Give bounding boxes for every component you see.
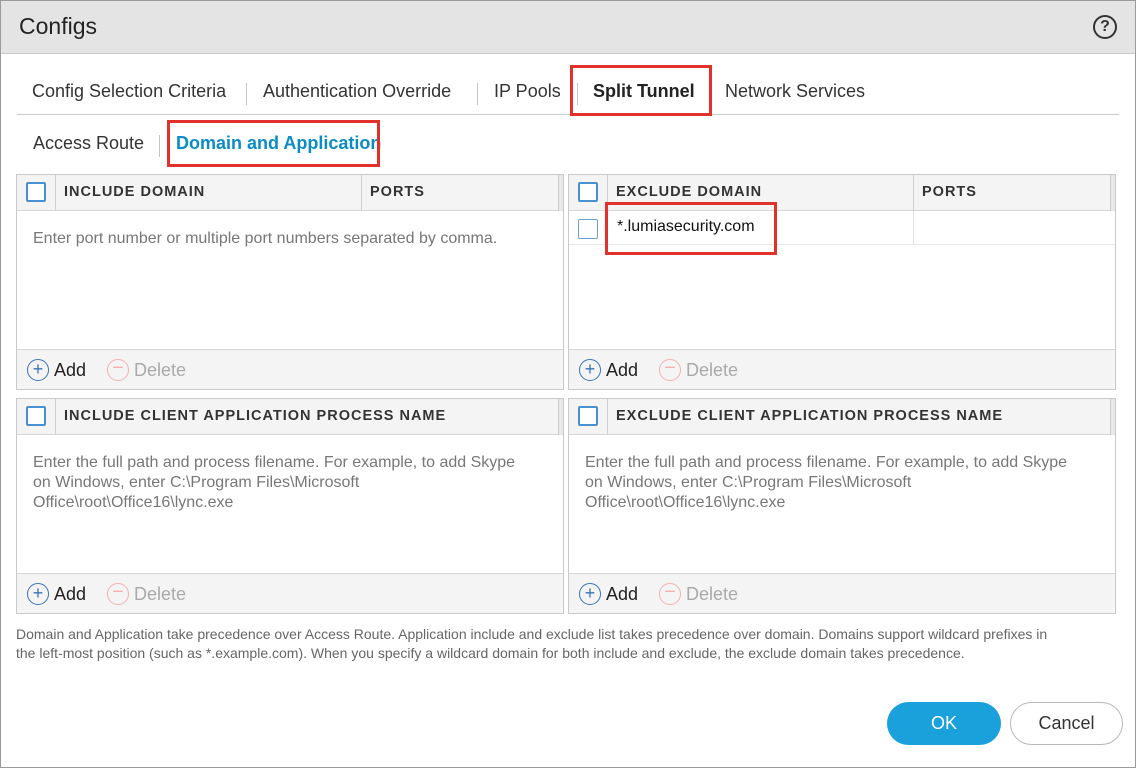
- include-domain-placeholder: Enter port number or multiple port numbe…: [33, 230, 498, 247]
- tab-authentication-override[interactable]: Authentication Override: [263, 81, 451, 102]
- delete-label: Delete: [686, 360, 739, 380]
- include-application-placeholder-line: Office\root\Office16\lync.exe: [33, 494, 234, 511]
- column-divider: [913, 175, 914, 211]
- tab-config-selection-criteria[interactable]: Config Selection Criteria: [32, 81, 226, 102]
- include-application-placeholder-line: on Windows, enter C:\Program Files\Micro…: [33, 474, 360, 491]
- include-domain-select-all-checkbox[interactable]: [26, 182, 46, 202]
- include-domain-panel: INCLUDE DOMAIN PORTS Enter port number o…: [16, 174, 564, 390]
- exclude-domain-header: EXCLUDE DOMAIN PORTS: [569, 175, 1115, 211]
- add-label: Add: [606, 584, 639, 604]
- column-divider: [55, 175, 56, 211]
- column-divider: [361, 175, 362, 211]
- delete-label: Delete: [686, 584, 739, 604]
- configs-dialog: Configs ? Config Selection Criteria Auth…: [0, 0, 1136, 768]
- include-domain-column-header[interactable]: INCLUDE DOMAIN: [64, 184, 205, 200]
- column-divider: [607, 175, 608, 211]
- include-application-header: INCLUDE CLIENT APPLICATION PROCESS NAME: [17, 399, 563, 435]
- help-icon[interactable]: ?: [1093, 15, 1117, 39]
- minus-circle-icon: −: [107, 582, 129, 605]
- delete-label: Delete: [134, 360, 187, 380]
- include-domain-header: INCLUDE DOMAIN PORTS: [17, 175, 563, 211]
- note-line: Domain and Application take precedence o…: [16, 626, 1048, 642]
- minus-circle-icon: −: [107, 358, 129, 381]
- header-end: [1110, 175, 1115, 211]
- plus-circle-icon: +: [27, 359, 49, 381]
- header-end: [558, 399, 563, 435]
- cancel-button[interactable]: Cancel: [1010, 702, 1123, 745]
- minus-circle-icon: −: [659, 582, 681, 605]
- plus-circle-icon: +: [27, 583, 49, 605]
- ports-column-header[interactable]: PORTS: [922, 184, 977, 200]
- exclude-domain-select-all-checkbox[interactable]: [578, 182, 598, 202]
- tab-divider: [577, 83, 578, 105]
- tab-ip-pools[interactable]: IP Pools: [494, 81, 561, 102]
- table-row[interactable]: *.lumiasecurity.com: [569, 211, 1115, 245]
- precedence-note: Domain and Application take precedence o…: [16, 625, 1126, 663]
- minus-circle-icon: −: [659, 358, 681, 381]
- ok-button[interactable]: OK: [887, 702, 1001, 745]
- row-checkbox[interactable]: [578, 219, 598, 239]
- delete-label: Delete: [134, 584, 187, 604]
- include-application-column-header[interactable]: INCLUDE CLIENT APPLICATION PROCESS NAME: [64, 408, 446, 424]
- add-label: Add: [54, 584, 87, 604]
- exclude-application-header: EXCLUDE CLIENT APPLICATION PROCESS NAME: [569, 399, 1115, 435]
- tab-divider: [477, 83, 478, 105]
- add-label: Add: [54, 360, 87, 380]
- exclude-application-column-header[interactable]: EXCLUDE CLIENT APPLICATION PROCESS NAME: [616, 408, 1003, 424]
- exclude-domain-value[interactable]: *.lumiasecurity.com: [617, 218, 755, 236]
- header-end: [558, 175, 563, 211]
- exclude-application-select-all-checkbox[interactable]: [578, 406, 598, 426]
- dialog-title: Configs: [19, 13, 97, 39]
- exclude-application-placeholder-line: on Windows, enter C:\Program Files\Micro…: [585, 474, 912, 491]
- tab-network-services[interactable]: Network Services: [725, 81, 865, 102]
- ports-column-header[interactable]: PORTS: [370, 184, 425, 200]
- column-divider: [607, 399, 608, 435]
- header-end: [1110, 399, 1115, 435]
- exclude-domain-panel: EXCLUDE DOMAIN PORTS *.lumiasecurity.com…: [568, 174, 1116, 390]
- tab-divider: [246, 83, 247, 105]
- exclude-application-placeholder-line: Enter the full path and process filename…: [585, 454, 1068, 471]
- add-label: Add: [606, 360, 639, 380]
- main-tabs: Config Selection Criteria Authentication…: [17, 65, 1119, 115]
- exclude-domain-column-header[interactable]: EXCLUDE DOMAIN: [616, 184, 762, 200]
- subtab-divider: [159, 135, 160, 157]
- exclude-domain-toolbar: + Add − Delete: [569, 349, 1115, 389]
- title-bar: Configs ?: [1, 1, 1135, 54]
- note-line: the left-most position (such as *.exampl…: [16, 645, 965, 661]
- plus-circle-icon: +: [579, 583, 601, 605]
- plus-circle-icon: +: [579, 359, 601, 381]
- subtab-domain-and-application[interactable]: Domain and Application: [176, 133, 381, 154]
- column-divider: [913, 211, 914, 245]
- subtab-access-route[interactable]: Access Route: [33, 133, 144, 154]
- include-application-toolbar: + Add − Delete: [17, 573, 563, 613]
- include-application-panel: INCLUDE CLIENT APPLICATION PROCESS NAME …: [16, 398, 564, 614]
- include-domain-toolbar: + Add − Delete: [17, 349, 563, 389]
- tab-split-tunnel[interactable]: Split Tunnel: [593, 81, 695, 102]
- exclude-application-placeholder-line: Office\root\Office16\lync.exe: [585, 494, 786, 511]
- include-application-select-all-checkbox[interactable]: [26, 406, 46, 426]
- exclude-application-toolbar: + Add − Delete: [569, 573, 1115, 613]
- exclude-application-panel: EXCLUDE CLIENT APPLICATION PROCESS NAME …: [568, 398, 1116, 614]
- column-divider: [55, 399, 56, 435]
- include-application-placeholder-line: Enter the full path and process filename…: [33, 454, 516, 471]
